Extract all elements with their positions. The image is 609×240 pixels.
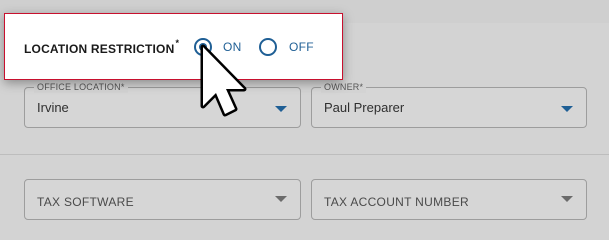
- tax-account-number-select[interactable]: TAX ACCOUNT NUMBER: [311, 179, 587, 220]
- radio-off[interactable]: [259, 38, 277, 56]
- office-location-label: OFFICE LOCATION*: [34, 81, 128, 93]
- chevron-down-icon[interactable]: [275, 196, 287, 202]
- tax-software-select[interactable]: TAX SOFTWARE: [24, 179, 301, 220]
- chevron-down-icon[interactable]: [561, 106, 573, 112]
- radio-off-label[interactable]: OFF: [289, 40, 314, 54]
- section-divider: [0, 154, 609, 155]
- location-restriction-title: LOCATION RESTRICTION*: [24, 38, 180, 56]
- tax-account-number-label: TAX ACCOUNT NUMBER: [324, 195, 469, 209]
- owner-select[interactable]: OWNER* Paul Preparer: [311, 81, 587, 128]
- chevron-down-icon[interactable]: [561, 196, 573, 202]
- pointer-arrow-icon: [200, 44, 247, 117]
- office-location-value: Irvine: [37, 100, 69, 115]
- owner-label: OWNER*: [321, 81, 367, 93]
- office-location-select[interactable]: OFFICE LOCATION* Irvine: [24, 81, 301, 128]
- chevron-down-icon[interactable]: [275, 106, 287, 112]
- owner-value: Paul Preparer: [324, 100, 405, 115]
- tax-software-label: TAX SOFTWARE: [37, 195, 134, 209]
- location-restriction-card: LOCATION RESTRICTION* ON OFF: [4, 13, 343, 80]
